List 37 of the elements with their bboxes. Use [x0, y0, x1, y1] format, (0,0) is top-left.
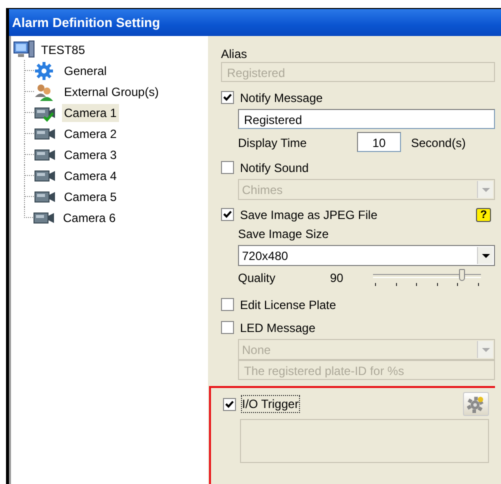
field-label: Save Image Size [238, 226, 330, 242]
io-list-field[interactable] [240, 419, 489, 463]
checkbox-label: LED Message [240, 320, 316, 336]
checkbox[interactable] [221, 161, 234, 174]
help-icon[interactable]: ? [476, 208, 491, 222]
checkbox-label: I/O Trigger [242, 396, 299, 412]
image-size-dropdown[interactable]: 720x480 [238, 245, 495, 266]
quality-value: 90 [330, 270, 344, 286]
quality-slider[interactable] [373, 269, 481, 287]
settings-button[interactable] [463, 392, 489, 416]
window-title: Alarm Definition Setting [9, 9, 501, 36]
message-field[interactable]: Registered [238, 109, 495, 129]
tree-item[interactable]: Camera 4 [62, 166, 119, 184]
checkbox[interactable] [221, 298, 234, 311]
checkbox[interactable] [221, 91, 234, 104]
checkbox-label: Notify Sound [240, 160, 309, 176]
display-time-field[interactable]: 10 [357, 132, 401, 152]
gear-icon [467, 395, 485, 413]
checkbox-label: Notify Message [240, 90, 323, 106]
tree-item[interactable]: Camera 5 [62, 188, 119, 206]
checkbox-label: Save Image as JPEG File [240, 206, 378, 222]
tree-item[interactable]: Camera 1 [62, 104, 119, 122]
tree-item[interactable]: External Group(s) [62, 82, 161, 100]
field-label: Alias [221, 46, 248, 62]
tree-item[interactable]: Camera 2 [62, 124, 119, 142]
tree-item[interactable]: Camera 6 [61, 208, 118, 226]
checkbox[interactable] [221, 208, 234, 221]
computer-icon [13, 40, 35, 60]
checkbox[interactable] [221, 321, 234, 334]
field-label: Quality [238, 270, 276, 286]
unit-label: Second(s) [411, 134, 466, 150]
field-label: Display Time [238, 134, 308, 150]
checkbox-label: Edit License Plate [240, 296, 336, 312]
tree-item[interactable]: Camera 3 [62, 146, 119, 164]
tree-item[interactable]: TEST85 [39, 41, 88, 59]
tree-item[interactable]: General [62, 62, 109, 80]
checkbox[interactable] [223, 398, 236, 410]
